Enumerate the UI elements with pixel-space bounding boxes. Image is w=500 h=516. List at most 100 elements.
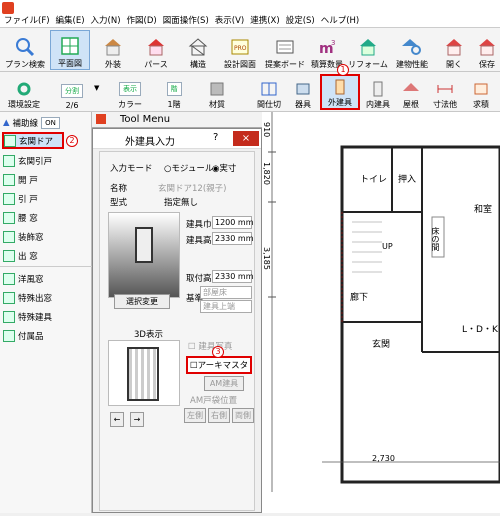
reform-icon [360,39,376,56]
menu-drawing-ops[interactable]: 図面操作(S) [163,14,209,26]
exterior-fitting-dialog: 外建具入力 ? × 入力モード ○モジュール ◉実寸 名称 玄関ドア12(親子)… [92,128,262,513]
entrance-door-icon [4,134,16,147]
performance-button[interactable]: 建物性能 [392,30,432,70]
sidebar-item-label: 引 戸 [18,194,38,205]
view-3d-label: 3D表示 [134,330,163,340]
sidebar-item-label: 特殊出窓 [18,293,53,304]
fixture-button[interactable]: 器具 [290,74,316,110]
sidebar-item-decorative-window[interactable]: 装飾窓 [3,228,44,245]
radio-actual[interactable]: ◉実寸 [212,162,236,174]
next-arrow-button[interactable]: → [130,412,144,427]
type-label: 型式 [110,198,128,208]
input-mode-label: 入力モード [110,164,153,174]
area-calc-button[interactable]: 求積 [466,74,496,110]
menu-edit[interactable]: 編集(E) [56,14,85,26]
base-select-1[interactable]: 部屋床 [200,286,252,299]
menu-link[interactable]: 連携(X) [250,14,279,26]
save-button[interactable]: 保存 [474,30,500,70]
floor-plan-canvas[interactable]: 910 1,820 3,185 2,730 トイレ 押入 和室 床の間 UP 廊… [262,112,500,513]
width-input[interactable]: 1200 mm [212,216,254,229]
sidebar-item-western-window[interactable]: 洋風窓 [3,270,44,287]
sidebar-item-bay-window[interactable]: 出 窓 [3,247,38,264]
annotation-2: 2 [66,135,78,147]
sidebar-item-label: 出 窓 [18,251,38,262]
sidebar-item-label: 付属品 [18,331,44,342]
radio-actual-label: 実寸 [219,164,237,174]
tool-menu-logo-icon [96,114,106,124]
type-value: 指定無し [164,198,199,208]
both-sides-button[interactable]: 両側 [232,408,254,423]
aux-line-toggle[interactable]: ON [41,116,60,129]
sidebar-item-entrance-door[interactable]: 玄関ドア [2,132,64,149]
door-icon [335,79,345,95]
tool-menu-title: Tool Menu [120,114,171,125]
floor-plan-button[interactable]: 平面図 [50,30,90,70]
name-label: 名称 [110,184,128,194]
partition-button[interactable]: 間仕切 [254,74,284,110]
right-side-button[interactable]: 右側 [208,408,230,423]
dimension-button[interactable]: 寸法他 [428,74,462,110]
sidebar-item-entrance-slide[interactable]: 玄関引戸 [3,152,52,169]
stair-up-label: UP [382,242,393,251]
sidebar-item-special-fitting[interactable]: 特殊建具 [3,308,52,325]
prev-arrow-button[interactable]: ← [110,412,124,427]
split-button[interactable]: 分割 2/6 [56,74,88,110]
decorative-window-icon [3,230,15,243]
plan-search-button[interactable]: プラン検索 [2,30,48,70]
exterior-button[interactable]: 外装 [94,30,132,70]
proposal-board-button[interactable]: 提案ボード [262,30,308,70]
select-change-button[interactable]: 選択変更 [114,294,170,309]
design-drawing-button[interactable]: PRO 設計図面 [220,30,260,70]
menu-help[interactable]: ヘルプ(H) [321,14,360,26]
sidebar-item-accessories[interactable]: 付属品 [3,327,44,344]
interior-fitting-button[interactable]: 内建具 [362,74,394,110]
close-button[interactable]: × [233,131,259,146]
annotation-1: 1 [337,64,349,76]
reform-label: リフォーム [348,60,388,69]
up-arrow-icon: ▲ [3,117,10,128]
material-button[interactable]: 材質 [202,74,232,110]
menu-view[interactable]: 表示(V) [215,14,244,26]
waist-window-icon [3,211,15,224]
sidebar-item-waist-window[interactable]: 腰 窓 [3,209,38,226]
exterior-fitting-label: 外建具 [328,98,352,107]
roof-label: 屋根 [403,100,419,109]
am-fitting-button[interactable]: AM建具 [204,376,244,391]
room-hall: 廊下 [350,293,369,303]
floor-button[interactable]: 階 1階 [158,74,190,110]
perspective-button[interactable]: パース [136,30,176,70]
menu-input[interactable]: 入力(N) [91,14,121,26]
save-label: 保存 [479,60,495,69]
dimension-icon [437,85,453,93]
structure-button[interactable]: 構造 [180,30,216,70]
radio-module[interactable]: ○モジュール [164,162,213,174]
split-dropdown-icon[interactable]: ▼ [94,84,99,92]
height-input[interactable]: 2330 mm [212,232,254,245]
open-button[interactable]: 開く [440,30,468,70]
sidebar-item-label: 玄関ドア [19,136,54,147]
annotation-3: 3 [212,346,224,358]
photo-checkbox[interactable]: ☐ 建具写真 [188,340,232,352]
floor-value: 1階 [167,100,181,109]
sidebar-item-sliding-door[interactable]: 引 戸 [3,190,38,207]
menu-draw[interactable]: 作図(D) [127,14,157,26]
sidebar-item-swing-door[interactable]: 開 戸 [3,171,38,188]
sidebar-item-special-bay[interactable]: 特殊出窓 [3,289,52,306]
name-value: 玄関ドア12(親子) [158,184,227,194]
menu-file[interactable]: ファイル(F) [4,14,50,26]
reform-button[interactable]: リフォーム [348,30,388,70]
menu-settings[interactable]: 設定(S) [286,14,315,26]
env-settings-button[interactable]: 環境設定 [4,74,44,110]
structure-label: 構造 [190,60,206,69]
mount-height-input[interactable]: 2330 mm [212,270,254,283]
left-side-button[interactable]: 左側 [184,408,206,423]
help-button[interactable]: ? [213,132,218,143]
archimaster-checkbox[interactable]: ☐アーキマスタ [186,356,253,374]
mount-height-label: 取付高 [186,274,212,284]
exterior-fitting-button[interactable]: 外建具 [320,74,360,110]
display-button[interactable]: 表示 カラー [112,74,148,110]
base-select-2[interactable]: 建具上端 [200,300,252,313]
save-icon [479,39,495,56]
door-3d-preview [108,340,180,406]
roof-button[interactable]: 屋根 [398,74,424,110]
